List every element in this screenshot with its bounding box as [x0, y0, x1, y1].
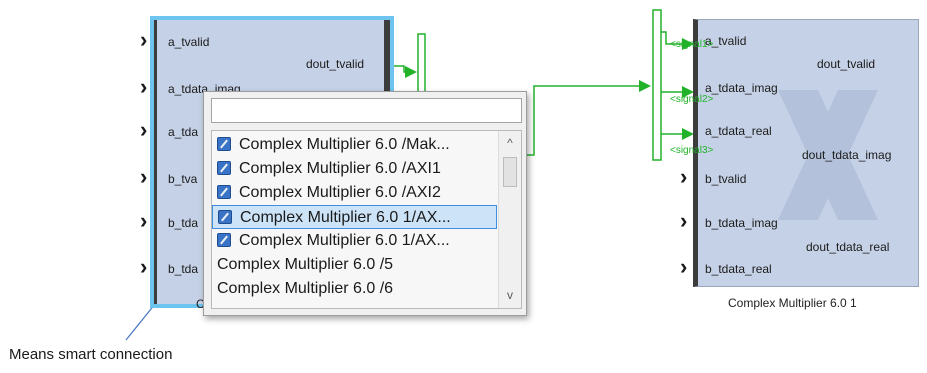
- scroll-thumb[interactable]: [503, 157, 517, 187]
- smart-connection-icon: [218, 210, 232, 224]
- chevron-right-icon: ›: [140, 74, 148, 99]
- list-item[interactable]: Complex Multiplier 6.0 /5: [212, 253, 497, 277]
- signal-label: <signal2>: [670, 94, 714, 105]
- port-dout-tvalid[interactable]: dout_tvalid: [306, 57, 364, 71]
- chevron-right-icon: ›: [680, 164, 688, 189]
- list-item[interactable]: Complex Multiplier 6.0 /AXI1: [212, 157, 497, 181]
- port-dout-tdata-real[interactable]: dout_tdata_real: [806, 240, 889, 254]
- port-a-tvalid[interactable]: a_tvalid: [168, 35, 209, 49]
- filter-input[interactable]: [211, 98, 522, 123]
- chevron-right-icon: ›: [680, 208, 688, 233]
- option-list[interactable]: Complex Multiplier 6.0 /Mak... Complex M…: [211, 130, 522, 309]
- list-item[interactable]: Complex Multiplier 6.0 /6: [212, 277, 497, 301]
- chevron-right-icon: ›: [140, 208, 148, 233]
- list-item[interactable]: Complex Multiplier 6.0 /Mak...: [212, 133, 497, 157]
- scroll-down-button[interactable]: v: [499, 285, 521, 305]
- connection-dropdown: Complex Multiplier 6.0 /Mak... Complex M…: [203, 91, 527, 316]
- signal-label: <signal3>: [670, 145, 714, 156]
- scroll-up-button[interactable]: ^: [499, 133, 521, 153]
- vertical-scrollbar[interactable]: ^ v: [498, 131, 521, 308]
- annotation-label: Means smart connection: [9, 346, 173, 363]
- chevron-right-icon: ›: [140, 117, 148, 142]
- smart-connection-icon: [217, 161, 231, 175]
- port-dout-tdata-imag[interactable]: dout_tdata_imag: [802, 148, 891, 162]
- port-a-tdata-real[interactable]: a_tdata_real: [705, 124, 772, 138]
- signal-label: <signal1>: [670, 39, 714, 50]
- list-item-selected[interactable]: Complex Multiplier 6.0 1/AX...: [212, 205, 497, 229]
- chevron-right-icon: ›: [140, 27, 148, 52]
- port-b-tvalid[interactable]: b_tvalid: [705, 172, 746, 186]
- chevron-right-icon: ›: [140, 254, 148, 279]
- port-b-tdata-imag[interactable]: b_tdata_imag: [705, 216, 778, 230]
- list-item[interactable]: Complex Multiplier 6.0 1/AX...: [212, 229, 497, 253]
- port-a-tdata-imag[interactable]: a_tdata_imag: [705, 81, 778, 95]
- port-b-tdata-real[interactable]: b_tdata_real: [705, 262, 772, 276]
- block-caption: Complex Multiplier 6.0 1: [728, 296, 857, 310]
- block-left-edge: [154, 20, 157, 304]
- port-b-tdata-real[interactable]: b_tda: [168, 262, 198, 276]
- port-a-tdata-real[interactable]: a_tda: [168, 125, 198, 139]
- port-dout-tvalid[interactable]: dout_tvalid: [817, 57, 875, 71]
- chevron-right-icon: ›: [680, 254, 688, 279]
- smart-connection-icon: [217, 233, 231, 247]
- list-item[interactable]: Complex Multiplier 6.0 /AXI2: [212, 181, 497, 205]
- smart-connection-icon: [217, 185, 231, 199]
- port-b-tvalid[interactable]: b_tva: [168, 172, 197, 186]
- port-b-tdata-imag[interactable]: b_tda: [168, 216, 198, 230]
- chevron-right-icon: ›: [140, 164, 148, 189]
- smart-connection-icon: [217, 137, 231, 151]
